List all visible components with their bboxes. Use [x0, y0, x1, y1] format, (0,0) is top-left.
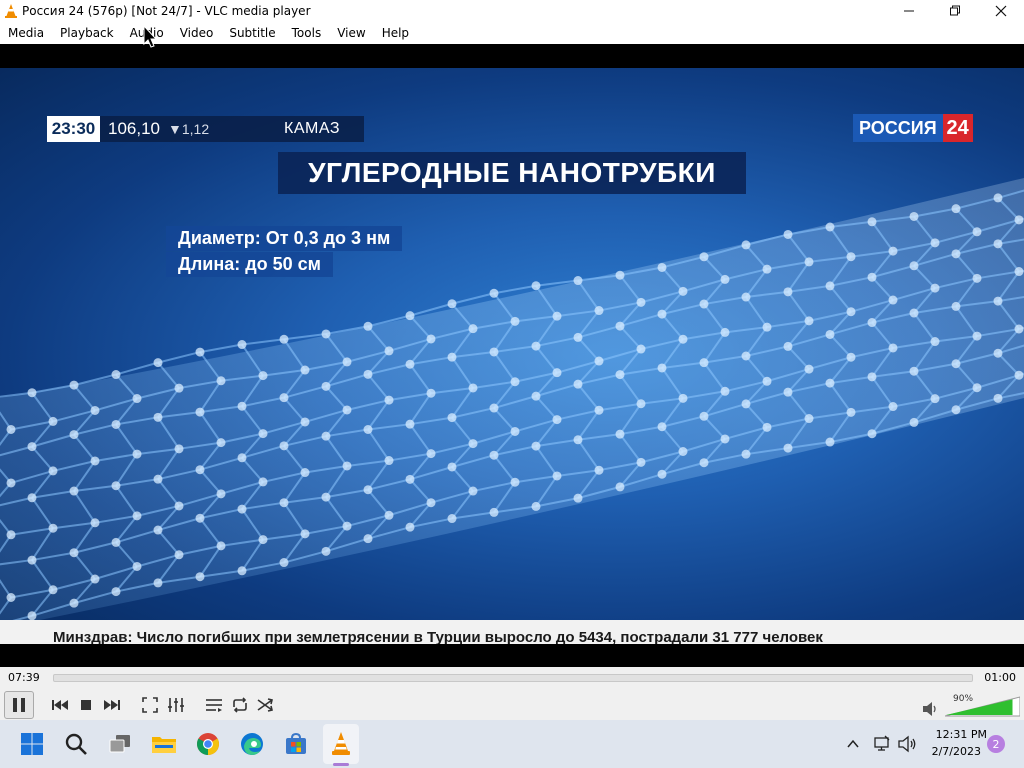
vlc-cone-icon [0, 0, 22, 22]
elapsed-time: 07:39 [8, 671, 40, 684]
skip-forward-icon [104, 700, 120, 710]
loop-button[interactable] [227, 692, 253, 718]
seek-row: 07:39 01:00 [0, 667, 1024, 689]
shuffle-icon [257, 698, 273, 712]
volume-slider[interactable] [945, 691, 1020, 717]
ticker-value: 106,10 [108, 119, 160, 138]
channel-logo-word: РОССИЯ [853, 114, 943, 142]
next-button[interactable] [99, 692, 125, 718]
broadcast-clock: 23:30 [47, 116, 100, 142]
speaker-icon[interactable] [922, 701, 940, 717]
tray-time[interactable]: 12:31 PM [925, 728, 987, 741]
store-icon [286, 732, 306, 754]
store-button[interactable] [280, 728, 312, 760]
network-icon[interactable] [873, 735, 891, 753]
menu-video[interactable]: Video [172, 22, 222, 44]
ticker-change: ▼1,12 [168, 121, 210, 137]
windows-logo-icon [21, 733, 43, 755]
channel-logo: РОССИЯ 24 [853, 114, 973, 142]
pause-icon [13, 698, 25, 712]
vlc-window: Россия 24 (576p) [Not 24/7] - VLC media … [0, 0, 1024, 768]
menu-tools[interactable]: Tools [284, 22, 330, 44]
fullscreen-button[interactable] [137, 692, 163, 718]
news-crawl: Минздрав: Число погибших при землетрясен… [0, 620, 1024, 644]
notification-badge[interactable]: 2 [987, 735, 1005, 753]
video-frame: 23:30 106,10 ▼1,12 КАМАЗ РОССИЯ 24 УГЛЕР… [0, 68, 1024, 644]
vlc-taskbar-button[interactable] [325, 728, 357, 760]
equalizer-icon [168, 698, 184, 712]
folder-icon [152, 737, 176, 753]
maximize-button[interactable] [932, 0, 978, 22]
search-icon [65, 733, 87, 755]
channel-logo-number: 24 [942, 114, 973, 142]
vlc-cone-icon [332, 732, 350, 755]
previous-button[interactable] [47, 692, 73, 718]
stock-ticker: 106,10 ▼1,12 КАМАЗ [100, 116, 364, 142]
close-icon [995, 5, 1007, 17]
menu-media[interactable]: Media [0, 22, 52, 44]
menu-playback[interactable]: Playback [52, 22, 122, 44]
title-bar: Россия 24 (576p) [Not 24/7] - VLC media … [0, 0, 1024, 22]
menu-view[interactable]: View [329, 22, 373, 44]
stop-icon [81, 700, 91, 710]
total-time[interactable]: 01:00 [984, 671, 1016, 684]
task-view-button[interactable] [104, 728, 136, 760]
taskbar: 12:31 PM 2/7/2023 2 [0, 720, 1024, 768]
control-bar: 90% [0, 689, 1024, 720]
chevron-up-icon[interactable] [846, 737, 860, 751]
playlist-button[interactable] [201, 692, 227, 718]
fullscreen-icon [142, 697, 158, 713]
minimize-button[interactable] [886, 0, 932, 22]
taskbar-search-button[interactable] [60, 728, 92, 760]
close-button[interactable] [978, 0, 1024, 22]
chrome-icon [197, 733, 219, 755]
info-diameter: Диаметр: От 0,3 до 3 нм [166, 226, 403, 251]
shuffle-button[interactable] [253, 692, 279, 718]
tray-date[interactable]: 2/7/2023 [925, 745, 981, 758]
chrome-button[interactable] [192, 728, 224, 760]
file-explorer-button[interactable] [148, 728, 180, 760]
ticker-name: КАМАЗ [284, 120, 340, 137]
minimize-icon [904, 10, 914, 12]
info-length: Длина: до 50 см [166, 252, 333, 277]
pause-button[interactable] [4, 691, 34, 719]
edge-button[interactable] [236, 728, 268, 760]
seek-slider[interactable] [53, 674, 973, 682]
volume-tray-icon[interactable] [898, 735, 918, 753]
menu-subtitle[interactable]: Subtitle [221, 22, 283, 44]
mouse-cursor-icon [143, 25, 157, 48]
start-button[interactable] [16, 728, 48, 760]
video-output[interactable]: 23:30 106,10 ▼1,12 КАМАЗ РОССИЯ 24 УГЛЕР… [0, 44, 1024, 667]
extended-settings-button[interactable] [163, 692, 189, 718]
window-title: Россия 24 (576p) [Not 24/7] - VLC media … [22, 4, 311, 18]
task-view-icon [109, 735, 130, 753]
headline-banner: УГЛЕРОДНЫЕ НАНОТРУБКИ [278, 152, 746, 194]
restore-icon [950, 5, 960, 16]
skip-back-icon [52, 700, 68, 710]
taskbar-running-indicator [333, 763, 349, 766]
stop-button[interactable] [73, 692, 99, 718]
loop-icon [233, 697, 247, 713]
menu-help[interactable]: Help [374, 22, 417, 44]
edge-icon [241, 733, 263, 755]
playlist-icon [206, 699, 222, 712]
